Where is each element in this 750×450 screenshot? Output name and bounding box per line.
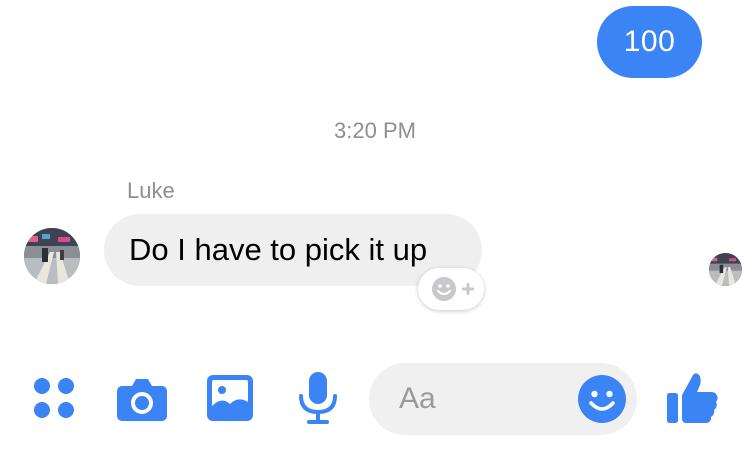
emoji-button[interactable] (577, 374, 627, 424)
emoji-icon (578, 375, 626, 423)
like-button[interactable] (666, 369, 720, 425)
avatar-photo-icon (24, 228, 80, 284)
more-options-button[interactable] (30, 374, 78, 422)
message-timestamp: 3:20 PM (334, 118, 416, 143)
camera-icon (117, 379, 167, 421)
avatar-photo-icon (709, 253, 742, 286)
incoming-message-text: Do I have to pick it up (129, 232, 428, 267)
message-input[interactable] (399, 363, 569, 435)
microphone-icon (299, 372, 337, 424)
camera-button[interactable] (116, 374, 168, 422)
sender-avatar[interactable] (24, 228, 80, 284)
sender-name: Luke (127, 178, 175, 203)
thumbs-up-icon (667, 373, 718, 424)
conversation-screen: 100 3:20 PM Luke Do I have to pick it up (0, 0, 750, 450)
outgoing-message-bubble[interactable]: 100 (597, 6, 702, 78)
outgoing-message-text: 100 (623, 25, 676, 58)
read-receipt-avatar (709, 253, 742, 286)
photo-icon (207, 375, 253, 421)
add-reaction-button[interactable] (418, 268, 484, 310)
more-dots-icon (34, 378, 74, 418)
photo-gallery-button[interactable] (206, 374, 254, 422)
smiley-plus-icon (432, 277, 474, 301)
voice-message-button[interactable] (296, 370, 340, 426)
